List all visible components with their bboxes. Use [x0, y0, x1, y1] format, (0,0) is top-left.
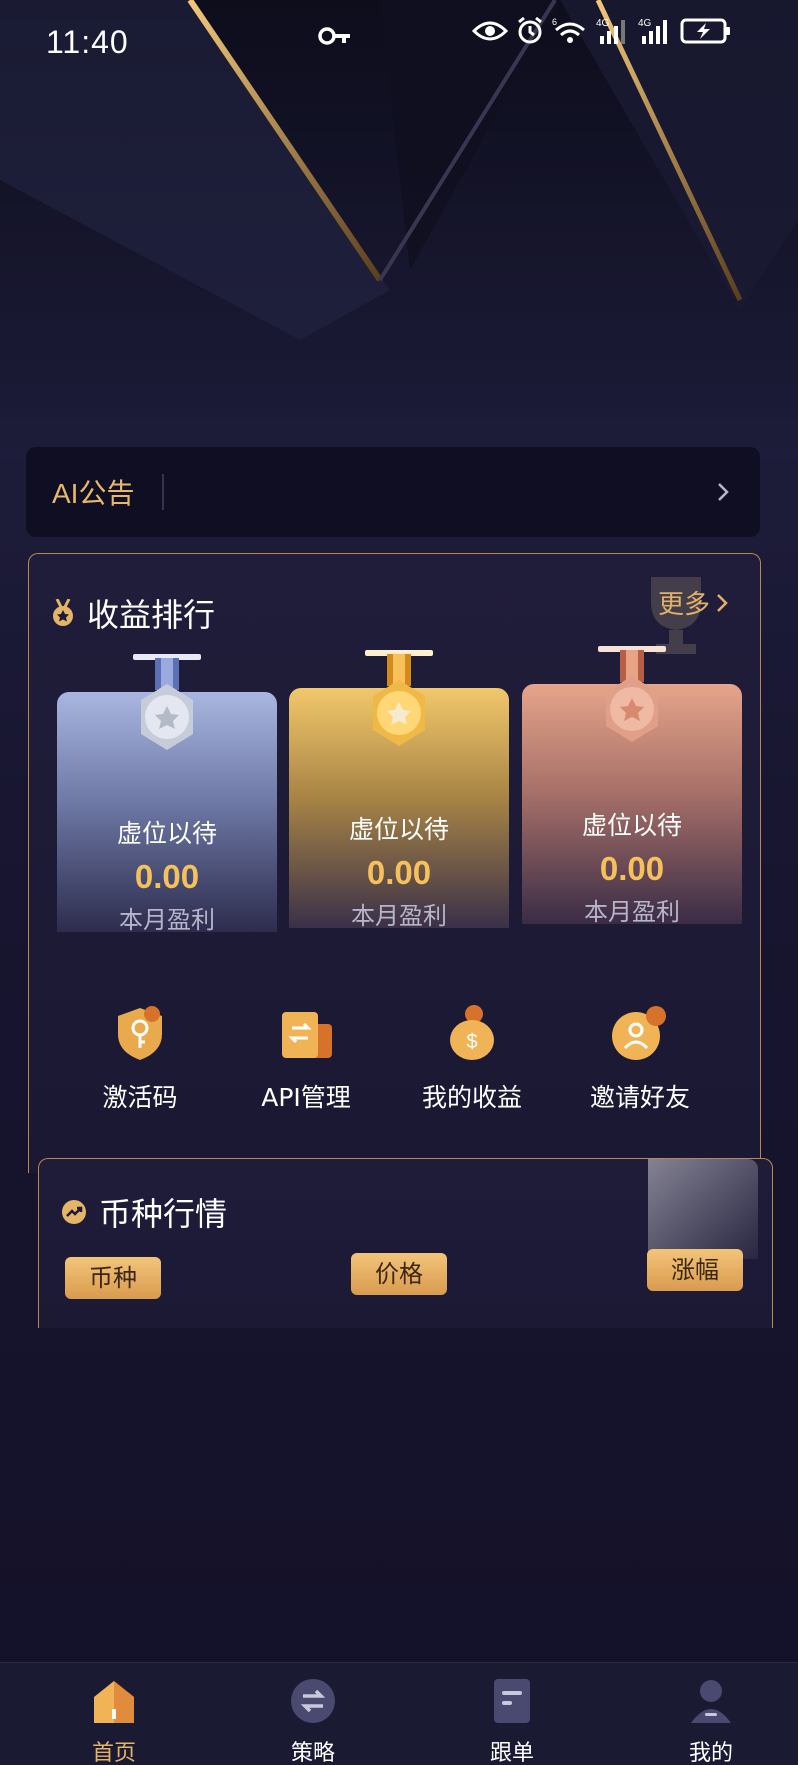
svg-text:$: $ — [466, 1031, 477, 1053]
rank-card-caption: 本月盈利 — [119, 906, 215, 934]
rank-card-value: 0.00 — [599, 850, 665, 887]
battery-charging-icon — [680, 18, 730, 44]
api-card-icon — [282, 1012, 332, 1058]
coin-market-panel: 币种行情 币种 价格 涨幅 — [38, 1158, 773, 1328]
rank-card-name: 虚位以待 — [348, 815, 449, 844]
tab-strategy[interactable]: 策略 — [253, 1677, 373, 1765]
rank-card-gold[interactable]: 虚位以待 0.00 本月盈利 — [289, 650, 509, 930]
action-label: 邀请好友 — [589, 1083, 690, 1112]
app-screen: 11:40 6 4G 4G AI公告 收益排行 更多 虚位以待 0.00 本月盈… — [0, 0, 798, 1765]
tab-copy-trade[interactable]: 跟单 — [452, 1677, 572, 1765]
announcement-divider — [162, 474, 165, 510]
action-api-management[interactable]: API管理 — [221, 1004, 391, 1114]
eye-icon — [472, 21, 508, 41]
ranking-header: 收益排行 — [51, 590, 215, 636]
network-label-2: 4G — [638, 18, 652, 29]
action-label: 我的收益 — [421, 1083, 522, 1112]
earnings-ranking-panel: 收益排行 更多 虚位以待 0.00 本月盈利 虚位以待 0.00 本月盈利 虚位… — [28, 553, 761, 1173]
ranking-title: 收益排行 — [87, 596, 216, 634]
rank-card-caption: 本月盈利 — [584, 898, 680, 926]
signal-4g-icon-2: 4G — [638, 18, 667, 44]
status-time: 11:40 — [46, 24, 129, 60]
rank-card-name: 虚位以待 — [581, 811, 682, 840]
user-icon — [691, 1680, 731, 1723]
rank-card-name: 虚位以待 — [116, 819, 217, 848]
column-header-change[interactable]: 涨幅 — [647, 1249, 743, 1291]
rank-card-value: 0.00 — [366, 854, 432, 891]
swap-icon — [291, 1679, 335, 1723]
invite-user-icon — [612, 1006, 666, 1060]
rank-card-bronze[interactable]: 虚位以待 0.00 本月盈利 — [522, 646, 742, 926]
market-title: 币种行情 — [99, 1195, 228, 1233]
chevron-right-icon — [717, 593, 728, 612]
action-label: 激活码 — [102, 1083, 178, 1112]
tab-profile[interactable]: 我的 — [651, 1677, 771, 1765]
shield-key-icon — [118, 1006, 162, 1060]
action-my-earnings[interactable]: $ 我的收益 — [387, 1004, 557, 1114]
action-label: API管理 — [261, 1083, 351, 1112]
trend-up-icon — [62, 1200, 86, 1224]
tab-label: 策略 — [290, 1741, 335, 1765]
tab-label: 首页 — [91, 1741, 136, 1765]
action-activation-code[interactable]: 激活码 — [55, 1004, 225, 1114]
chevron-right-icon — [718, 483, 729, 501]
document-icon — [494, 1679, 530, 1723]
silver-medal-icon — [133, 654, 201, 750]
home-icon — [94, 1681, 134, 1723]
status-bar: 11:40 6 4G 4G — [0, 0, 798, 90]
column-header-price[interactable]: 价格 — [351, 1253, 447, 1295]
signal-4g-icon: 4G — [596, 18, 625, 44]
action-invite-friends[interactable]: 邀请好友 — [555, 1004, 725, 1114]
announcement-bar[interactable]: AI公告 — [26, 447, 760, 537]
more-label: 更多 — [657, 590, 710, 620]
market-header: 币种行情 — [61, 1189, 227, 1235]
gold-medal-icon — [365, 650, 433, 746]
announcement-title: AI公告 — [52, 478, 135, 509]
alarm-icon — [518, 16, 542, 44]
column-header-coin[interactable]: 币种 — [65, 1257, 161, 1299]
tab-label: 我的 — [688, 1741, 733, 1765]
more-link[interactable]: 更多 — [658, 584, 728, 621]
tab-label: 跟单 — [489, 1741, 534, 1765]
decorative-shine — [648, 1159, 758, 1259]
status-icons: 6 4G 4G — [472, 16, 732, 46]
rank-card-silver[interactable]: 虚位以待 0.00 本月盈利 — [57, 654, 277, 934]
key-icon — [318, 27, 350, 45]
money-bag-icon: $ — [450, 1005, 494, 1060]
rank-card-value: 0.00 — [134, 858, 200, 895]
network-label-1: 4G — [596, 18, 610, 29]
wifi-badge: 6 — [552, 17, 557, 27]
bronze-medal-icon — [598, 646, 666, 742]
medal-icon — [53, 599, 73, 626]
wifi-icon: 6 — [552, 17, 585, 43]
tab-home[interactable]: 首页 — [54, 1677, 174, 1765]
rank-card-caption: 本月盈利 — [351, 902, 447, 930]
bottom-tab-bar: 首页 策略 跟单 我的 — [0, 1662, 798, 1765]
